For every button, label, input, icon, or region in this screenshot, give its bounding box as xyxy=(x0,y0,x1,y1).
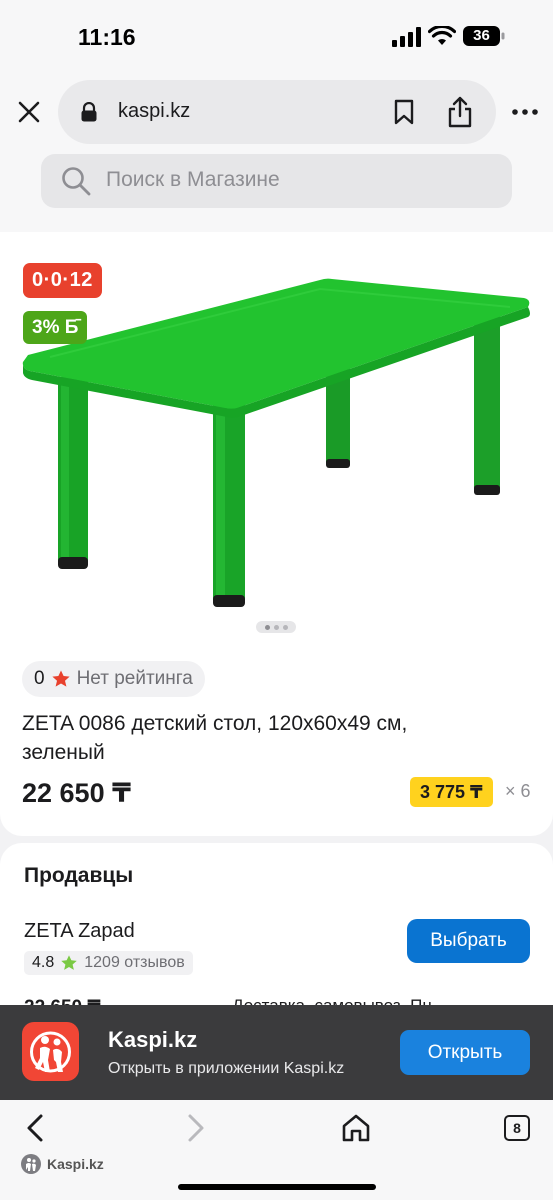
seller-score: 4.8 xyxy=(32,954,55,971)
carousel-dot[interactable] xyxy=(264,624,270,630)
product-image[interactable] xyxy=(20,265,535,615)
url-text[interactable]: kaspi.kz xyxy=(118,100,190,123)
more-icon[interactable] xyxy=(511,100,539,124)
rating-count: 0 xyxy=(34,668,45,689)
close-icon xyxy=(18,101,40,123)
site-brand-label: Kaspi.kz xyxy=(47,1156,104,1172)
cellular-signal-icon xyxy=(392,27,421,47)
carousel-dot[interactable] xyxy=(282,624,288,630)
product-title: ZETA 0086 детский стол, 120x60x49 см, зе… xyxy=(22,712,408,764)
rating-text: Нет рейтинга xyxy=(76,668,193,689)
back-icon[interactable] xyxy=(22,1113,50,1143)
seller-name[interactable]: ZETA Zapad xyxy=(24,920,135,943)
sellers-heading: Продавцы xyxy=(24,864,134,887)
star-icon xyxy=(61,955,77,970)
app-name: Kaspi.kz xyxy=(108,1027,198,1052)
battery-level: 36 xyxy=(473,27,490,44)
site-brand: Kaspi.kz xyxy=(20,1153,104,1175)
search-placeholder[interactable]: Поиск в Магазине xyxy=(106,168,280,192)
seller-rating[interactable]: 4.8 1209 отзывов xyxy=(24,951,193,975)
installment-months: × 6 xyxy=(505,781,531,801)
lock-icon xyxy=(81,102,97,122)
search-icon xyxy=(62,167,91,196)
close-button[interactable] xyxy=(12,95,46,129)
bookmark-icon[interactable] xyxy=(393,99,415,125)
open-app-button[interactable]: Открыть xyxy=(400,1030,530,1075)
seller-reviews: 1209 отзывов xyxy=(84,954,185,971)
kaspi-logo-icon xyxy=(22,1022,79,1081)
forward-icon[interactable] xyxy=(181,1113,209,1143)
star-icon xyxy=(51,670,70,687)
home-indicator[interactable] xyxy=(178,1184,376,1190)
kaspi-brand-icon xyxy=(21,1154,41,1174)
wifi-icon xyxy=(428,26,456,45)
app-subtitle: Открыть в приложении Kaspi.kz xyxy=(108,1060,345,1077)
select-seller-button[interactable]: Выбрать xyxy=(407,919,530,963)
monthly-payment: 3 775 ₸ xyxy=(410,777,493,807)
status-time: 11:16 xyxy=(78,24,136,50)
home-icon[interactable] xyxy=(340,1112,372,1144)
product-rating[interactable]: 0 Нет рейтинга xyxy=(22,661,205,697)
installment-badge: 0·0·12 xyxy=(23,263,102,298)
battery-icon: 36 xyxy=(463,26,505,46)
image-carousel-dots[interactable] xyxy=(256,621,296,633)
product-price: 22 650 ₸ xyxy=(22,778,131,808)
bonus-badge: 3% Б̄ xyxy=(23,311,88,344)
carousel-dot[interactable] xyxy=(273,624,279,630)
share-icon[interactable] xyxy=(446,96,474,128)
tabs-button[interactable]: 8 xyxy=(504,1115,530,1141)
